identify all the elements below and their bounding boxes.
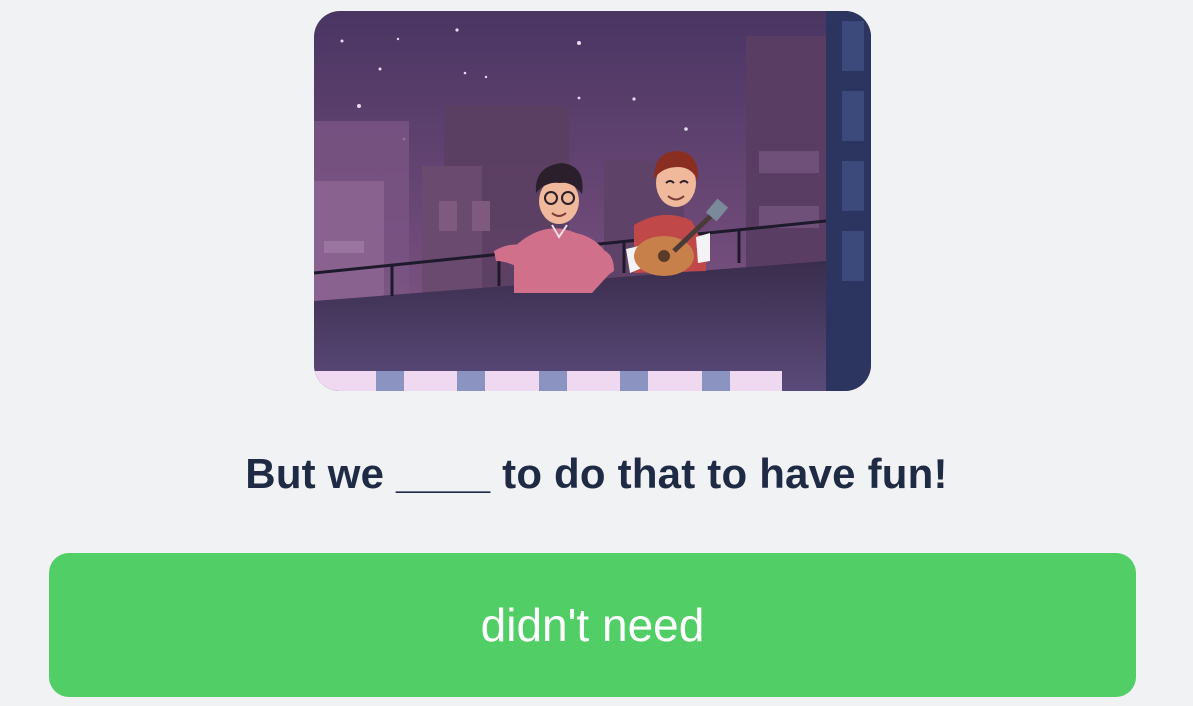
- answer-option-button[interactable]: didn't need: [49, 553, 1136, 697]
- exercise-screen: But we ____ to do that to have fun! didn…: [0, 0, 1193, 706]
- fill-in-the-blank-prompt: But we ____ to do that to have fun!: [245, 450, 948, 497]
- window-strip: [314, 371, 782, 391]
- rooftop-guitar-illustration: [314, 11, 871, 391]
- answer-option-label: didn't need: [480, 599, 705, 651]
